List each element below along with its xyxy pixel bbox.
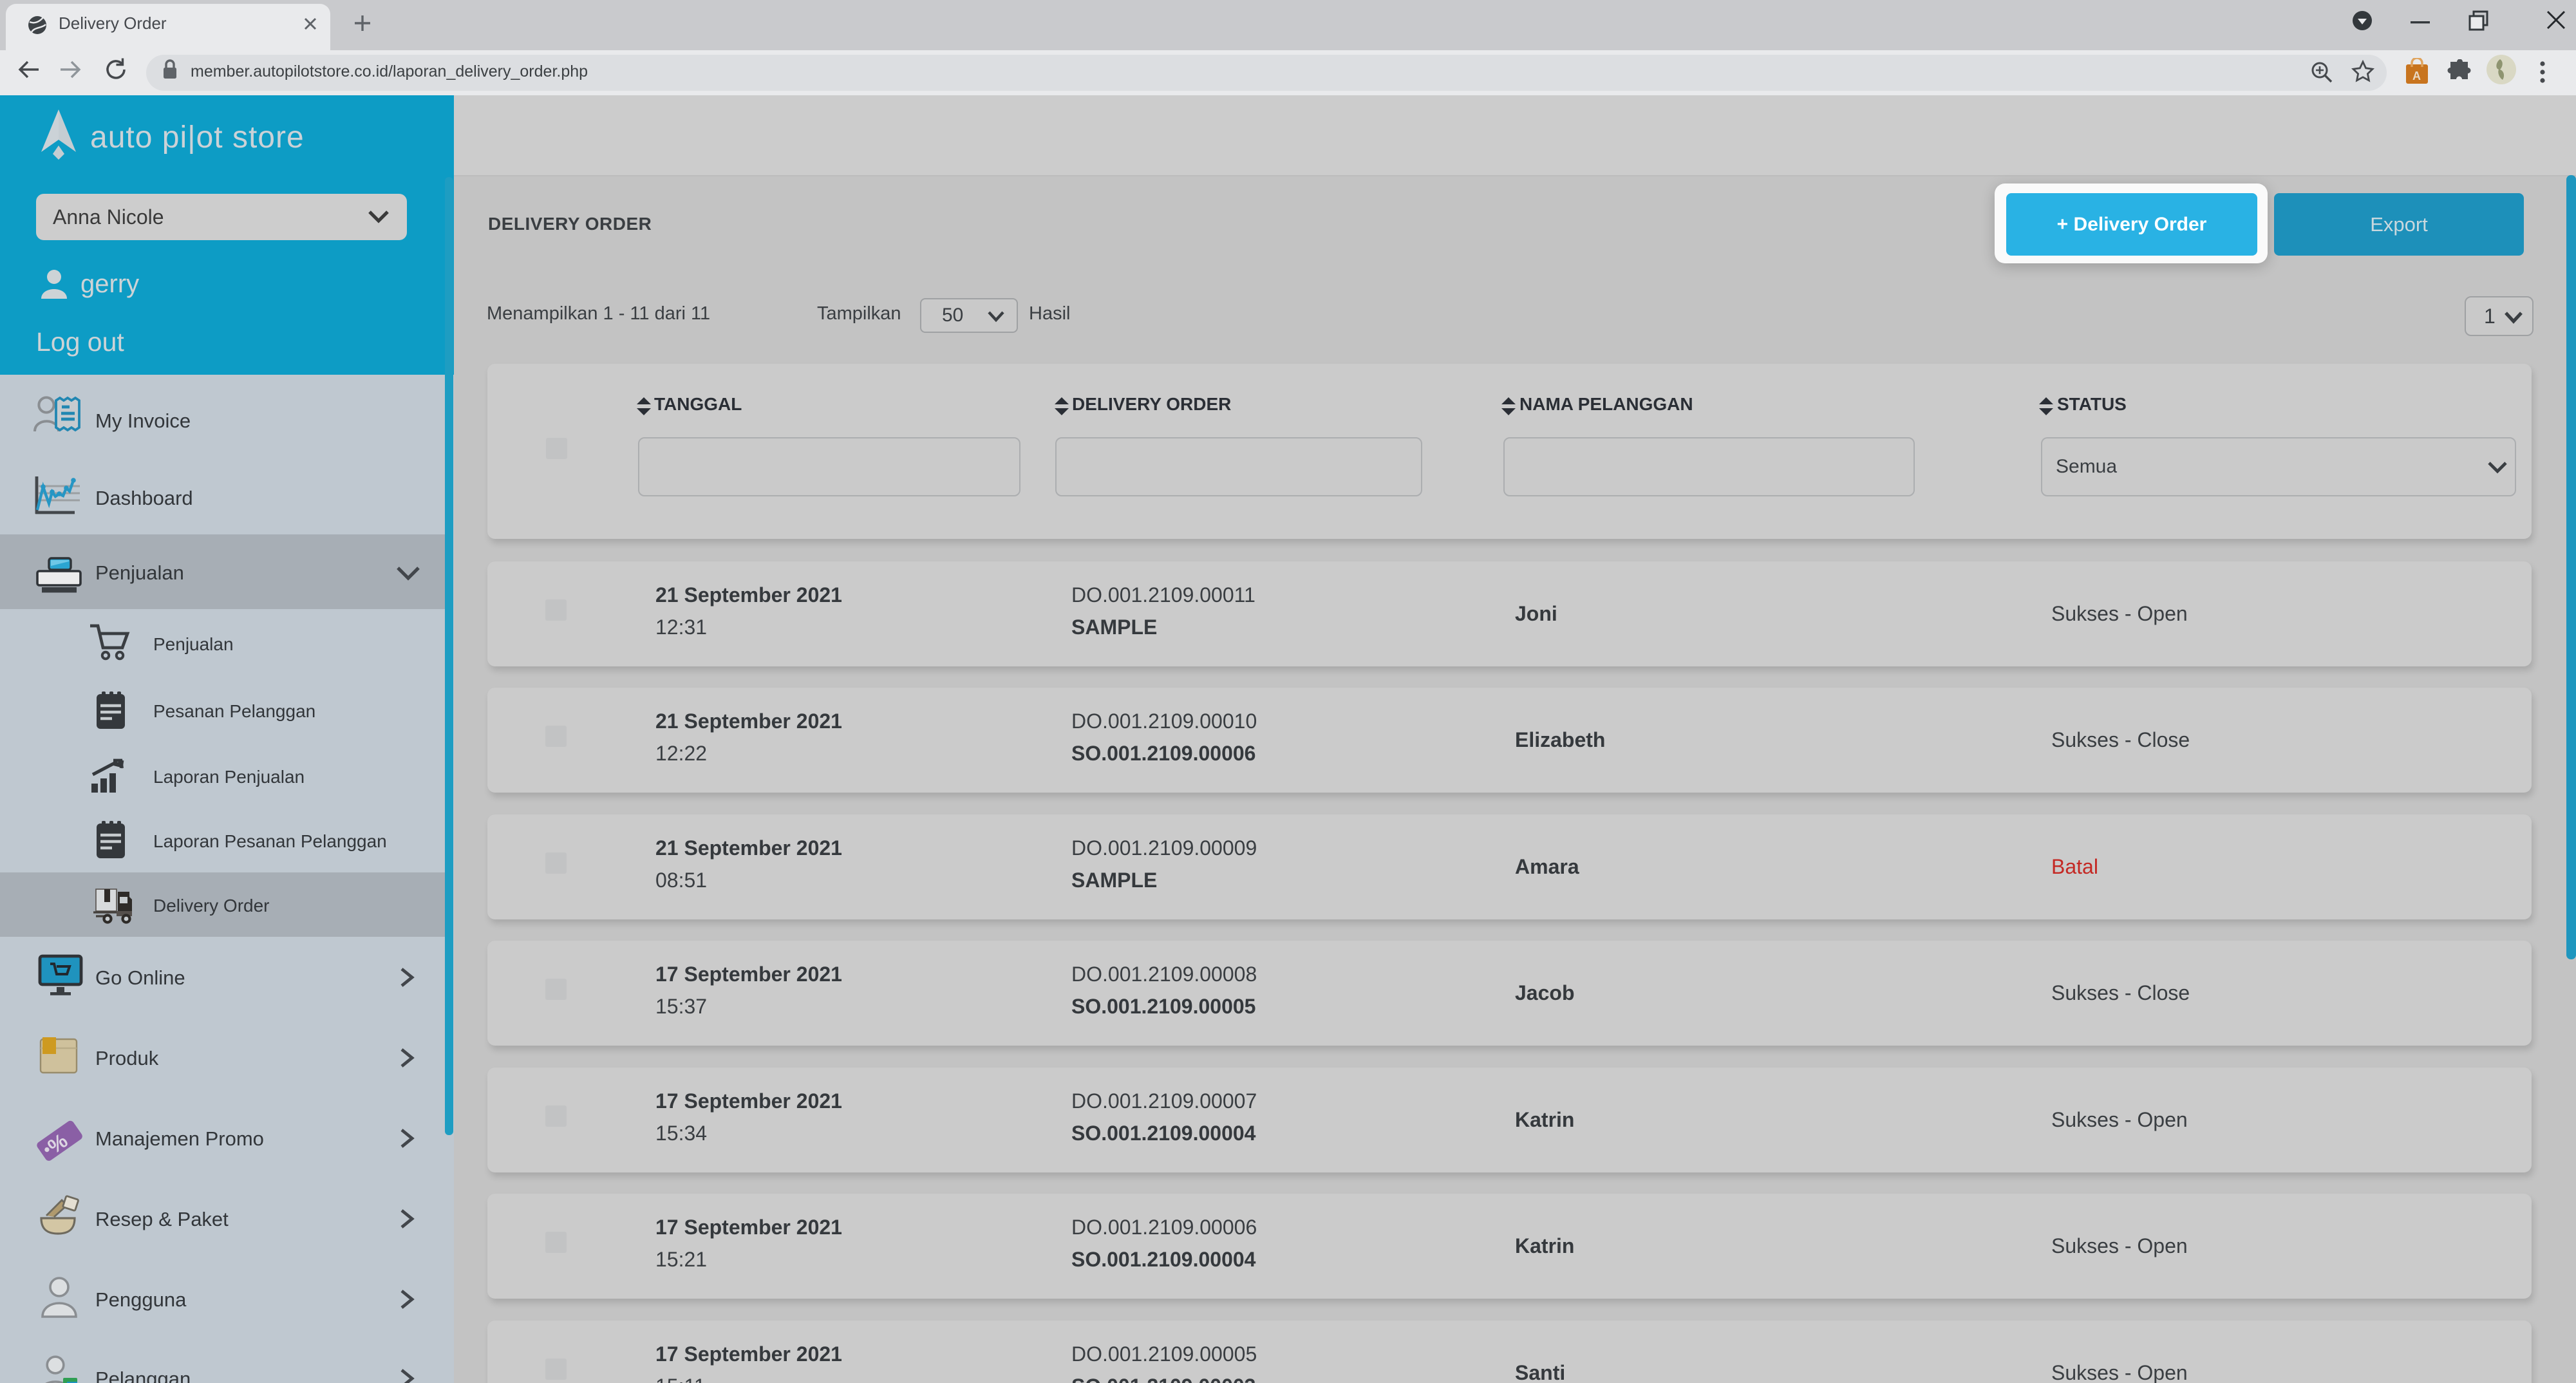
svg-text:A: A — [2412, 70, 2421, 82]
